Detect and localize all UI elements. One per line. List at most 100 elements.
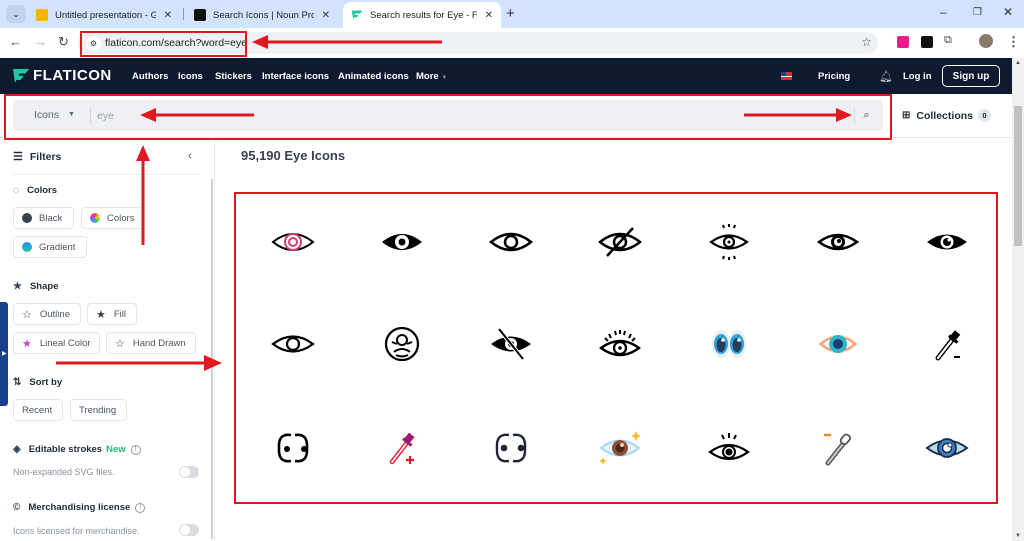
site-info-icon[interactable]: ⚙ xyxy=(86,36,101,51)
bookmark-star-icon[interactable]: ☆ xyxy=(861,35,872,49)
icon-result[interactable] xyxy=(566,192,674,292)
bell-icon[interactable]: 🔔︎ xyxy=(879,70,893,83)
chevron-right-icon: ▶ xyxy=(2,351,7,357)
restore-icon[interactable]: ❐ xyxy=(973,7,982,18)
scroll-down-icon[interactable]: ▼ xyxy=(1015,533,1021,539)
close-tab-icon[interactable]: ✕ xyxy=(485,10,493,21)
color-wheel-icon xyxy=(90,213,100,223)
icon-result[interactable] xyxy=(348,192,456,292)
icon-result[interactable] xyxy=(893,398,1001,498)
icon-result[interactable] xyxy=(457,192,565,292)
collapse-sidebar-icon[interactable]: ‹ xyxy=(188,150,192,162)
icon-result[interactable] xyxy=(566,294,674,394)
merch-license-desc: Icons licensed for merchandise. xyxy=(13,526,140,536)
filter-shape-lineal-color[interactable]: ★ Lineal Color xyxy=(13,332,100,354)
close-tab-icon[interactable]: ✕ xyxy=(164,10,172,21)
collections-button[interactable]: ⊞ Collections 0 xyxy=(902,109,991,122)
nav-more[interactable]: More ▼ xyxy=(416,71,447,82)
forward-icon[interactable]: → xyxy=(34,34,47,49)
noun-project-icon xyxy=(194,9,206,21)
filters-header: ☰ Filters xyxy=(13,150,61,164)
search-section: Icons ▼ ⌕ ⊞ Collections 0 xyxy=(0,94,1012,138)
close-window-icon[interactable]: ✕ xyxy=(1003,5,1013,19)
icon-result[interactable] xyxy=(893,294,1001,394)
nav-stickers[interactable]: Stickers xyxy=(215,71,252,82)
tab-search-button[interactable]: ⌄ xyxy=(6,5,26,23)
icon-result[interactable] xyxy=(239,192,347,292)
stroke-nodes-icon: ◈ xyxy=(13,444,21,455)
minimize-icon[interactable]: – xyxy=(940,5,947,19)
filter-shape-fill[interactable]: ★ Fill xyxy=(87,303,137,325)
icon-result[interactable] xyxy=(784,294,892,394)
editable-strokes-toggle[interactable] xyxy=(179,466,199,478)
flaticon-logo[interactable]: FLATICON xyxy=(13,67,112,84)
browser-tab[interactable]: Untitled presentation - Google ✕ xyxy=(28,2,180,28)
icon-result[interactable] xyxy=(675,398,783,498)
signup-button[interactable]: Sign up xyxy=(942,65,1000,87)
sidebar-scrollbar[interactable] xyxy=(211,179,213,539)
star-hand-drawn-icon: ☆ xyxy=(115,337,125,350)
sort-trending[interactable]: Trending xyxy=(70,399,127,421)
page-scrollbar[interactable]: ▲ ▼ xyxy=(1012,58,1024,541)
icon-result[interactable] xyxy=(348,398,456,498)
login-link[interactable]: Log in xyxy=(903,71,932,82)
expand-side-panel-tab[interactable]: ▶ xyxy=(0,302,8,406)
icon-result[interactable] xyxy=(566,398,674,498)
filter-color-gradient[interactable]: Gradient xyxy=(13,236,87,258)
icon-result[interactable] xyxy=(239,398,347,498)
filter-shape-hand-drawn[interactable]: ☆ Hand Drawn xyxy=(106,332,196,354)
nav-icons[interactable]: Icons xyxy=(178,71,203,82)
search-bar: Icons ▼ ⌕ xyxy=(13,100,883,131)
section-label: Merchandising license xyxy=(28,502,131,513)
new-tab-button[interactable]: + xyxy=(506,5,515,22)
icon-result[interactable] xyxy=(675,192,783,292)
extension-icon[interactable] xyxy=(921,36,933,48)
nav-animated-icons[interactable]: Animated icons xyxy=(338,71,409,82)
nav-authors[interactable]: Authors xyxy=(132,71,168,82)
sort-icon: ⇅ xyxy=(13,377,22,388)
extension-icon[interactable] xyxy=(897,36,909,48)
section-label: Editable strokes xyxy=(28,444,103,455)
icon-result[interactable] xyxy=(348,294,456,394)
search-input[interactable] xyxy=(97,106,837,125)
info-icon[interactable]: ! xyxy=(135,502,146,513)
scroll-up-icon[interactable]: ▲ xyxy=(1015,60,1021,66)
merch-license-toggle[interactable] xyxy=(179,524,199,536)
site-header: FLATICON Authors Icons Stickers Interfac… xyxy=(0,58,1012,94)
scrollbar-thumb[interactable] xyxy=(1014,106,1022,246)
icon-result[interactable] xyxy=(784,192,892,292)
url-text[interactable]: flaticon.com/search?word=eye xyxy=(105,37,247,49)
profile-avatar[interactable] xyxy=(979,34,993,48)
icon-result[interactable] xyxy=(457,294,565,394)
icon-result[interactable] xyxy=(239,294,347,394)
sort-recent[interactable]: Recent xyxy=(13,399,63,421)
extensions-puzzle-icon[interactable]: ⧉ xyxy=(944,34,952,47)
back-icon[interactable]: ← xyxy=(9,34,22,49)
browser-tab-active[interactable]: Search results for Eye - Flaticon ✕ xyxy=(343,2,501,28)
browser-tab[interactable]: Search Icons | Noun Project ✕ xyxy=(186,2,338,28)
eye-lashes-icon xyxy=(598,330,642,357)
search-icon[interactable]: ⌕ xyxy=(854,107,878,124)
tab-title: Search Icons | Noun Project xyxy=(213,9,314,21)
icon-result[interactable] xyxy=(784,398,892,498)
nav-interface-icons[interactable]: Interface icons xyxy=(262,71,329,82)
icon-result[interactable] xyxy=(893,192,1001,292)
pricing-link[interactable]: Pricing xyxy=(818,71,850,82)
reload-icon[interactable]: ↻ xyxy=(58,34,69,50)
caret-down-icon[interactable]: ▼ xyxy=(68,111,75,118)
browser-menu-icon[interactable]: ⋮ xyxy=(1007,34,1020,50)
filter-shape-outline[interactable]: ☆ Outline xyxy=(13,303,81,325)
icon-result[interactable] xyxy=(675,294,783,394)
chip-label: Outline xyxy=(39,308,70,320)
us-flag-icon[interactable] xyxy=(781,72,792,80)
eyedropper-plus-pink-icon xyxy=(389,432,415,465)
filter-color-colors[interactable]: Colors xyxy=(81,207,144,229)
address-bar[interactable]: ⚙ flaticon.com/search?word=eye ☆ xyxy=(78,32,878,54)
close-tab-icon[interactable]: ✕ xyxy=(322,10,330,21)
info-icon[interactable]: ! xyxy=(130,444,141,455)
eye-fingerprint-icon xyxy=(271,233,315,251)
resource-type-select[interactable]: Icons xyxy=(34,109,59,121)
filter-color-black[interactable]: Black xyxy=(13,207,74,229)
section-label: Colors xyxy=(26,185,58,196)
icon-result[interactable] xyxy=(457,398,565,498)
